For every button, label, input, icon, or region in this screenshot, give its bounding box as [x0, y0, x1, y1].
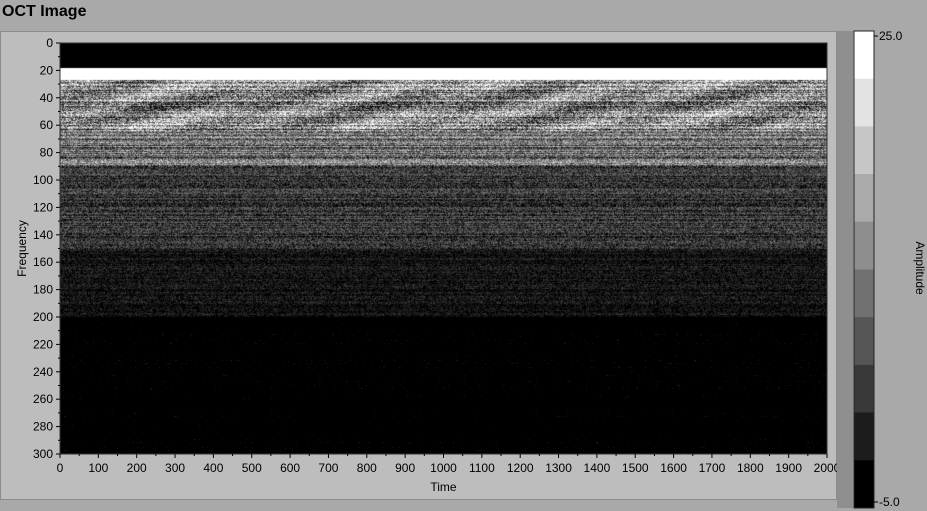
x-tick-label[interactable]: 1800: [737, 461, 764, 475]
x-axis-title: Time: [430, 480, 457, 494]
colorbar-segment: [854, 31, 874, 80]
amplitude-colorbar[interactable]: [837, 30, 875, 509]
y-tick-label[interactable]: 200: [33, 310, 53, 324]
x-tick-label[interactable]: 400: [203, 461, 223, 475]
colorbar-max-label[interactable]: 25.0: [879, 29, 903, 43]
colorbar-segment: [854, 174, 874, 223]
x-tick-label[interactable]: 700: [318, 461, 338, 475]
x-tick-label[interactable]: 1400: [584, 461, 611, 475]
colorbar-segment: [854, 126, 874, 175]
y-tick-label[interactable]: 20: [40, 63, 54, 77]
x-tick-label[interactable]: 1300: [545, 461, 572, 475]
y-tick-label[interactable]: 180: [33, 283, 53, 297]
x-tick-label[interactable]: 500: [242, 461, 262, 475]
x-tick-label[interactable]: 300: [165, 461, 185, 475]
y-tick-label[interactable]: 60: [40, 118, 54, 132]
x-tick-label[interactable]: 200: [127, 461, 147, 475]
colorbar-segment: [854, 412, 874, 461]
y-tick-label[interactable]: 260: [33, 392, 53, 406]
colorbar-title: Amplitude: [913, 241, 927, 295]
y-tick-label[interactable]: 300: [33, 447, 53, 461]
y-tick-label[interactable]: 40: [40, 91, 54, 105]
oct-intensity-raster[interactable]: [60, 43, 827, 454]
x-tick-label[interactable]: 600: [280, 461, 300, 475]
x-axis: 0 100 200 300 400 500 600 700 800 900 1000 1100 1200…: [57, 454, 841, 475]
colorbar-segment: [854, 317, 874, 366]
y-tick-label[interactable]: 240: [33, 365, 53, 379]
x-tick-label[interactable]: 1200: [507, 461, 534, 475]
x-tick-label[interactable]: 1600: [660, 461, 687, 475]
colorbar-min-label[interactable]: -5.0: [879, 495, 900, 509]
x-tick-label[interactable]: 800: [357, 461, 377, 475]
y-tick-label[interactable]: 80: [40, 146, 54, 160]
colorbar-segment: [854, 78, 874, 127]
x-tick-label[interactable]: 1000: [430, 461, 457, 475]
colorbar-segment: [854, 269, 874, 318]
y-axis: 0 20 40 60 80 100 120 140 160 180 200 220 240 260 280 3…: [33, 36, 60, 461]
x-tick-label[interactable]: 1700: [699, 461, 726, 475]
oct-panel: OCT Image 0 100 200 300 400 500 600 700 800 900 10…: [0, 0, 927, 511]
y-tick-label[interactable]: 0: [46, 36, 53, 50]
colorbar-track: [837, 31, 853, 508]
intensity-image[interactable]: [59, 42, 828, 455]
colorbar-segment: [854, 364, 874, 414]
x-tick-label[interactable]: 0: [57, 461, 64, 475]
intensity-graph: 0 100 200 300 400 500 600 700 800 900 1000 1100 1200…: [15, 29, 927, 509]
x-tick-label[interactable]: 100: [88, 461, 108, 475]
y-tick-label[interactable]: 220: [33, 337, 53, 351]
y-tick-label[interactable]: 280: [33, 420, 53, 434]
x-tick-label[interactable]: 1500: [622, 461, 649, 475]
y-tick-label[interactable]: 140: [33, 228, 53, 242]
y-tick-label[interactable]: 160: [33, 255, 53, 269]
y-tick-label[interactable]: 100: [33, 173, 53, 187]
x-tick-label[interactable]: 900: [395, 461, 415, 475]
colorbar-segment: [854, 460, 874, 509]
colorbar-segment: [854, 221, 874, 270]
x-tick-label[interactable]: 2000: [814, 461, 841, 475]
x-tick-label[interactable]: 1100: [469, 461, 495, 475]
y-tick-label[interactable]: 120: [33, 200, 53, 214]
x-tick-label[interactable]: 1900: [775, 461, 802, 475]
y-axis-title: Frequency: [15, 220, 29, 277]
